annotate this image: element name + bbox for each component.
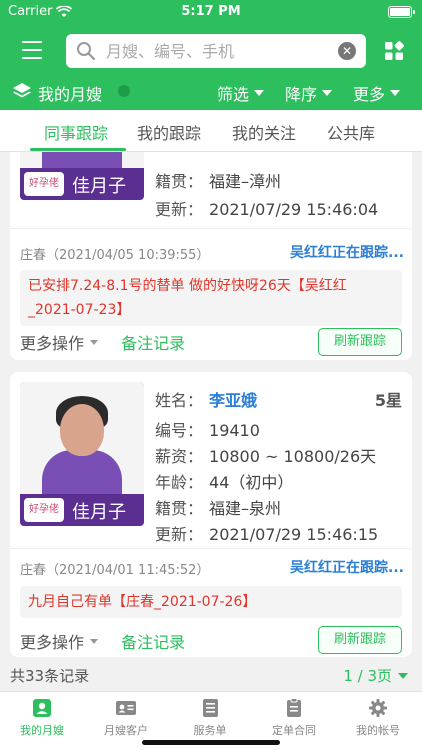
sort-dropdown[interactable]: 降序: [285, 81, 333, 105]
page-selector[interactable]: 1 / 3页: [343, 665, 408, 686]
gear-icon: [369, 699, 387, 717]
divider: [10, 548, 412, 549]
document-list-icon: [203, 699, 218, 717]
grid-icon[interactable]: [384, 41, 404, 61]
info-origin: 籍贯： 福建–泉州: [155, 499, 282, 518]
tabbar-my-account[interactable]: 我的帐号: [336, 698, 420, 738]
info-salary: 薪资： 10800 ~ 10800/26天: [155, 447, 377, 466]
tabbar-label: 服务单: [193, 724, 227, 737]
tabbar-service-orders[interactable]: 服务单: [168, 698, 252, 738]
search-input[interactable]: [106, 34, 326, 68]
tabbar-my-nannies[interactable]: 我的月嫂: [0, 698, 84, 738]
note-text: 九月自己有单【庄春_2021-07-26】: [20, 586, 402, 618]
chevron-down-icon: [90, 638, 99, 644]
tabbar-label: 定单合同: [272, 724, 316, 737]
nanny-name-link[interactable]: 李亚娥: [209, 391, 257, 410]
info-updated: 更新： 2021/07/29 15:46:15: [155, 525, 379, 544]
brand-name: 佳月子: [72, 502, 126, 523]
brand-logo: 好孕佬: [24, 498, 64, 522]
nanny-photo: 好孕佬 佳月子: [20, 152, 144, 200]
pager: 共33条记录 1 / 3页: [0, 657, 422, 691]
more-dropdown[interactable]: 更多: [353, 81, 401, 105]
tab-public-library[interactable]: 公共库: [327, 120, 375, 144]
star-rating: 5星: [374, 391, 402, 410]
tracking-status[interactable]: 吴红红正在跟踪...: [290, 557, 404, 577]
id-card-icon: [116, 701, 136, 715]
filter-dropdown[interactable]: 筛选: [217, 81, 265, 105]
clipboard-icon: [287, 698, 301, 717]
chevron-down-icon: [90, 339, 99, 345]
divider: [10, 228, 412, 229]
info-origin: 籍贯： 福建–漳州: [155, 172, 282, 191]
sub-toolbar: 我的月嫂 筛选 降序 更多: [0, 78, 422, 110]
chevron-down-icon: [254, 90, 265, 96]
status-bar: Carrier 5:17 PM: [0, 0, 422, 24]
tabbar-label: 我的月嫂: [20, 724, 64, 737]
chevron-down-icon: [322, 90, 333, 96]
search-icon: [77, 42, 96, 61]
status-dot: [118, 85, 130, 97]
tab-colleague-tracking[interactable]: 同事跟踪: [44, 120, 108, 144]
card-actions: 更多操作 备注记录: [20, 629, 185, 653]
creator-info: 庄春（2021/04/05 10:39:55）: [20, 248, 210, 263]
record-count: 共33条记录: [10, 667, 90, 685]
nanny-list[interactable]: 好孕佬 佳月子 籍贯： 福建–漳州 更新： 2021/07/29 15:46:04 …: [0, 152, 422, 657]
tracking-status[interactable]: 吴红红正在跟踪...: [290, 242, 404, 262]
list-title: 我的月嫂: [38, 85, 103, 104]
tabbar-label: 我的帐号: [356, 724, 400, 737]
nanny-card[interactable]: 好孕佬 佳月子 籍贯： 福建–漳州 更新： 2021/07/29 15:46:04 …: [10, 152, 412, 360]
tabbar-nanny-clients[interactable]: 月嫂客户: [84, 698, 168, 738]
tab-my-tracking[interactable]: 我的跟踪: [137, 120, 201, 144]
menu-button[interactable]: [22, 41, 44, 59]
info-age: 年龄： 44（初中）: [155, 473, 294, 492]
photo-badge: 好孕佬 佳月子: [20, 494, 144, 526]
tab-indicator: [30, 148, 126, 151]
person-card-icon: [33, 699, 51, 717]
refresh-tracking-button[interactable]: 刷新跟踪: [318, 328, 402, 356]
refresh-tracking-button[interactable]: 刷新跟踪: [318, 626, 402, 654]
layers-icon: [13, 83, 31, 98]
info-id: 编号： 19410: [155, 421, 260, 440]
more-ops-button[interactable]: 更多操作: [20, 629, 99, 653]
tabbar-label: 月嫂客户: [104, 724, 148, 737]
tabbar-contracts[interactable]: 定单合同: [252, 698, 336, 738]
tab-bar: 同事跟踪 我的跟踪 我的关注 公共库: [0, 110, 422, 152]
chevron-down-icon: [390, 90, 401, 96]
home-indicator: [142, 740, 280, 745]
app-header: Carrier 5:17 PM ✕ 我的月嫂 筛选 降序 更多: [0, 0, 422, 110]
nanny-card[interactable]: 好孕佬 佳月子 姓名： 李亚娥 5星 编号： 19410 薪资： 10800 ~ 10…: [10, 372, 412, 657]
card-actions: 更多操作 备注记录: [20, 330, 185, 354]
nanny-photo: 好孕佬 佳月子: [20, 382, 144, 526]
chevron-down-icon: [398, 672, 408, 679]
info-updated: 更新： 2021/07/29 15:46:04: [155, 200, 379, 219]
clock: 5:17 PM: [181, 4, 241, 19]
note-record-link[interactable]: 备注记录: [121, 334, 185, 353]
note-text: 已安排7.24-8.1号的替单 做的好快呀26天【吴红红_2021-07-23】: [20, 270, 402, 326]
more-ops-button[interactable]: 更多操作: [20, 330, 99, 354]
filter-label: 筛选: [217, 85, 250, 104]
battery-icon: [388, 6, 415, 18]
tab-my-follow[interactable]: 我的关注: [232, 120, 296, 144]
bottom-tab-bar: 我的月嫂 月嫂客户 服务单 定单合同 我的帐号: [0, 691, 422, 750]
note-record-link[interactable]: 备注记录: [121, 633, 185, 652]
clear-icon[interactable]: ✕: [338, 42, 356, 60]
sort-label: 降序: [285, 85, 318, 104]
creator-info: 庄春（2021/04/01 11:45:52）: [20, 563, 210, 578]
info-name: 姓名： 李亚娥: [155, 391, 258, 410]
brand-name: 佳月子: [72, 176, 126, 197]
photo-badge: 好孕佬 佳月子: [20, 168, 144, 200]
search-bar[interactable]: ✕: [66, 34, 366, 68]
more-label: 更多: [353, 85, 386, 104]
brand-logo: 好孕佬: [24, 172, 64, 196]
